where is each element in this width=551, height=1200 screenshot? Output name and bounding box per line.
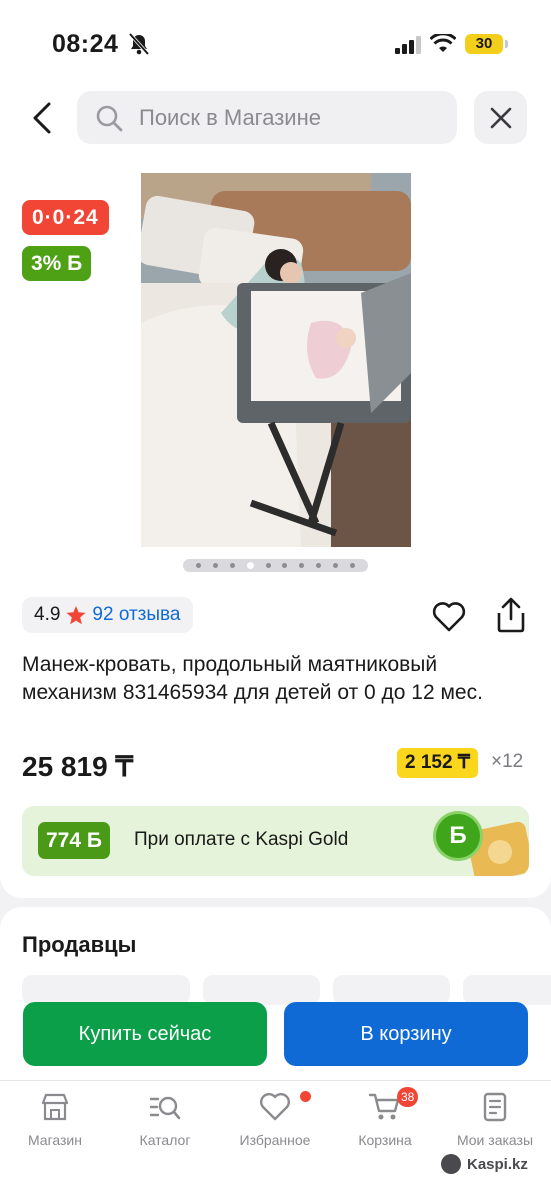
gold-banner-text: При оплате с Kaspi Gold — [134, 829, 349, 850]
pagination-dot[interactable] — [195, 563, 201, 568]
watermark-text: Kaspi.kz — [467, 1155, 528, 1173]
header — [0, 88, 551, 160]
installment-term: ×12 — [491, 751, 524, 772]
buy-now-button[interactable]: Купить сейчас — [23, 1002, 267, 1066]
add-to-cart-button[interactable]: В корзину — [284, 1002, 528, 1066]
close-icon — [490, 107, 511, 128]
status-bar: 08:24 30 — [0, 0, 551, 88]
pagination-dot[interactable] — [212, 563, 218, 568]
seller-filter-chip[interactable] — [203, 975, 320, 1005]
tab-shop[interactable]: Магазин — [0, 1091, 110, 1151]
tab-cart[interactable]: 38 Корзина — [330, 1087, 440, 1151]
search-bar[interactable] — [77, 91, 457, 144]
tab-catalog-label: Каталог — [139, 1132, 191, 1148]
product-page: 08:24 30 Поиск в Магазине 0·0·24 3% Б 4.… — [0, 0, 551, 1200]
product-photo[interactable] — [141, 173, 411, 547]
pagination-dot[interactable] — [282, 563, 288, 568]
gold-bonus-amount: 774 Б — [38, 822, 110, 859]
cellular-signal-icon — [395, 36, 421, 54]
rating-chip[interactable]: 4.9 92 отзыва — [22, 597, 193, 633]
search-icon — [96, 105, 123, 132]
battery-indicator: 30 — [465, 34, 508, 54]
bell-off-icon — [128, 32, 150, 56]
bonus-coin-icon: Б — [436, 814, 480, 858]
tab-shop-label: Магазин — [27, 1132, 82, 1148]
tab-bar: Магазин Каталог Избранное 38 Корзина Мои… — [0, 1080, 551, 1200]
product-card: 0·0·24 3% Б 4.9 92 отзыва Манеж-кровать,… — [0, 160, 551, 898]
kaspi-logo-icon — [441, 1154, 461, 1174]
chevron-left-icon — [33, 102, 51, 134]
timer-badge: 0·0·24 — [22, 200, 109, 235]
heart-icon — [260, 1093, 290, 1121]
pagination-dot[interactable] — [316, 563, 322, 568]
heart-icon[interactable] — [432, 601, 466, 633]
wifi-icon — [430, 34, 456, 52]
pagination-dot[interactable] — [229, 563, 235, 568]
tab-cart-label: Корзина — [358, 1132, 412, 1148]
tab-favorites-label: Избранное — [239, 1132, 311, 1148]
tab-favorites[interactable]: Избранное — [220, 1091, 330, 1151]
pagination-dot[interactable] — [349, 563, 355, 568]
orders-icon — [483, 1092, 507, 1122]
cart-count-badge: 38 — [397, 1087, 419, 1107]
tab-catalog[interactable]: Каталог — [110, 1091, 220, 1151]
share-icon[interactable] — [494, 597, 528, 633]
photo-pagination[interactable] — [183, 559, 368, 572]
close-button[interactable] — [474, 91, 527, 144]
shop-icon — [41, 1093, 69, 1121]
pagination-dot[interactable] — [265, 563, 271, 568]
seller-filter-chip[interactable] — [22, 975, 190, 1005]
rating-value: 4.9 — [34, 604, 61, 625]
tab-orders[interactable]: Мои заказы — [440, 1091, 550, 1151]
search-input[interactable] — [139, 91, 439, 144]
pagination-dot[interactable] — [333, 563, 339, 568]
reviews-link[interactable]: 92 отзыва — [92, 604, 180, 626]
pagination-dot[interactable] — [246, 562, 254, 569]
product-price: 25 819 ₸ — [22, 751, 134, 782]
star-icon — [66, 605, 86, 624]
seller-filter-chip[interactable] — [333, 975, 450, 1005]
status-time: 08:24 — [52, 30, 119, 58]
pagination-dot[interactable] — [299, 563, 305, 568]
bonus-badge: 3% Б — [22, 246, 92, 281]
catalog-search-icon — [149, 1096, 181, 1120]
product-title: Манеж-кровать, продольный маятниковый ме… — [22, 653, 483, 704]
tab-orders-label: Мои заказы — [456, 1132, 534, 1148]
favorites-notification-dot — [300, 1091, 311, 1102]
installment-amount[interactable]: 2 152 ₸ — [397, 748, 478, 778]
back-button[interactable] — [22, 98, 62, 138]
seller-filter-chip[interactable] — [463, 975, 551, 1005]
kaspi-watermark: Kaspi.kz — [441, 1154, 528, 1174]
sellers-title: Продавцы — [22, 932, 137, 957]
kaspi-gold-banner[interactable]: 774 Б При оплате с Kaspi Gold Б — [22, 806, 529, 876]
